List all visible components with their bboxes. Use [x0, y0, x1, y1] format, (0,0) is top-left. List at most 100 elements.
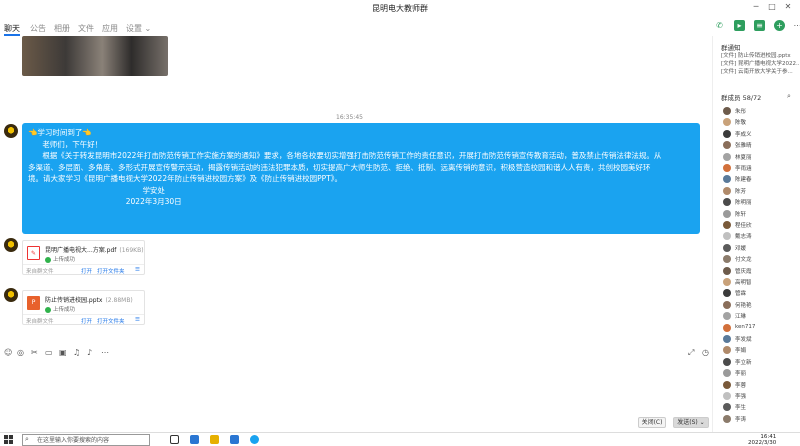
screen-share-icon[interactable]: ≡: [754, 20, 765, 31]
history-icon[interactable]: ◷: [702, 348, 709, 357]
member-item[interactable]: 陈建春: [723, 174, 795, 184]
emoji-icon[interactable]: ☺: [4, 348, 12, 357]
open-file-link[interactable]: 打开: [81, 267, 92, 275]
member-item[interactable]: 李成义: [723, 129, 795, 139]
taskbar-search[interactable]: 在这里输入你要搜索的内容: [22, 434, 150, 446]
file-card-pptx[interactable]: P 防止传销进校园.pptx (2.88MB) 上传成功 来自群文件 打开 打开文…: [22, 290, 145, 325]
member-item[interactable]: 李蓉: [723, 380, 795, 390]
file-explorer-icon[interactable]: [210, 435, 219, 444]
windows-start-icon[interactable]: [4, 435, 13, 444]
system-clock[interactable]: 16:41 2022/3/30: [748, 434, 776, 446]
invite-icon[interactable]: +: [774, 20, 785, 31]
tab-chat[interactable]: 聊天: [4, 23, 20, 34]
member-name: 程佳欣: [735, 223, 752, 229]
member-item[interactable]: 李立新: [723, 357, 795, 367]
member-search-icon[interactable]: ⌕: [787, 92, 791, 101]
member-item[interactable]: 李雨涵: [723, 163, 795, 173]
member-item[interactable]: 付文龙: [723, 254, 795, 264]
image-icon[interactable]: ▣: [59, 348, 67, 357]
member-item[interactable]: 程佳欣: [723, 220, 795, 230]
taskbar: 在这里输入你要搜索的内容 ⌕ 16:41 2022/3/30: [0, 432, 800, 446]
file-menu-icon[interactable]: ☰: [135, 317, 140, 323]
member-item[interactable]: 管庆霞: [723, 266, 795, 276]
member-name: 陈芳: [735, 188, 747, 195]
member-item[interactable]: 李强: [723, 391, 795, 401]
member-name: 陈明丽: [735, 200, 752, 207]
member-item[interactable]: 李娟: [723, 345, 795, 355]
member-item[interactable]: 高明智: [723, 277, 795, 287]
avatar[interactable]: [4, 238, 18, 252]
member-item[interactable]: 陈芳: [723, 186, 795, 196]
member-name: 陈轩: [735, 211, 747, 218]
bell-icon[interactable]: ♪: [87, 348, 92, 357]
screenshot-icon[interactable]: ✂: [31, 348, 38, 357]
expand-icon[interactable]: ⤢: [688, 348, 694, 358]
phone-icon[interactable]: ✆: [714, 20, 725, 31]
image-message[interactable]: [22, 36, 168, 76]
member-name: 陈敬: [735, 120, 747, 127]
file-status-text: 上传成功: [53, 307, 76, 313]
open-file-link[interactable]: 打开: [81, 317, 92, 325]
member-item[interactable]: 戴志涛: [723, 231, 795, 241]
member-item[interactable]: 李涛: [723, 414, 795, 424]
avatar[interactable]: [4, 288, 18, 302]
tab-settings[interactable]: 设置 ⌄: [126, 23, 151, 34]
file-status-text: 上传成功: [53, 257, 76, 263]
member-avatar: [723, 129, 731, 138]
file-menu-icon[interactable]: ☰: [135, 267, 140, 273]
member-name: 邓媛: [735, 245, 747, 252]
browser-icon[interactable]: [190, 435, 199, 444]
message-line: 2022年3月30日: [28, 197, 182, 206]
more-tools-icon[interactable]: ⋯: [101, 348, 109, 357]
video-call-icon[interactable]: ▸: [734, 20, 745, 31]
tab-notice[interactable]: 公告: [30, 23, 46, 34]
member-item[interactable]: 邓媛: [723, 243, 795, 253]
send-button[interactable]: 发送(S) ⌄: [673, 417, 709, 428]
check-icon: [45, 306, 51, 313]
more-icon[interactable]: ⋯: [792, 20, 800, 31]
member-item[interactable]: 江琳: [723, 311, 795, 321]
maximize-icon[interactable]: □: [766, 2, 778, 11]
member-item[interactable]: 陈轩: [723, 209, 795, 219]
task-view-icon[interactable]: [170, 435, 179, 444]
qq-icon[interactable]: [250, 435, 259, 444]
member-item[interactable]: 李生: [723, 402, 795, 412]
gif-icon[interactable]: ◎: [17, 348, 24, 357]
member-item[interactable]: 张雅晴: [723, 140, 795, 150]
member-item[interactable]: 何艳艳: [723, 300, 795, 310]
member-item[interactable]: 朱彤: [723, 106, 795, 116]
member-item[interactable]: 陈敬: [723, 117, 795, 127]
open-folder-link[interactable]: 打开文件夹: [97, 267, 125, 275]
message-area: 16:35:45 👈学习时间到了👈 老师们，下午好！ 根据《关于转发昆明市202…: [0, 36, 712, 346]
member-item[interactable]: 林夏丽: [723, 152, 795, 162]
file-card-pdf[interactable]: ✎ 昆明广播电视大...方案.pdf (169KB) 上传成功 来自群文件 打开 …: [22, 240, 145, 275]
message-line: 多渠道、多层面、多角度、多形式开展宣传警示活动，揭露传销活动的违法犯罪本质，切实…: [28, 162, 651, 172]
member-item[interactable]: 李发斌: [723, 334, 795, 344]
member-avatar: [723, 289, 731, 298]
member-item[interactable]: 陈明丽: [723, 197, 795, 207]
open-folder-link[interactable]: 打开文件夹: [97, 317, 125, 325]
notice-item[interactable]: [文件] 云南开放大学关于参...: [721, 67, 799, 75]
notice-item[interactable]: [文件] 防止传销进校园.pptx: [721, 51, 799, 59]
message-input[interactable]: [0, 362, 712, 412]
member-item[interactable]: 管霖: [723, 288, 795, 298]
music-icon[interactable]: ♫: [73, 348, 80, 357]
file-name: 防止传销进校园.pptx (2.88MB): [45, 295, 133, 304]
avatar[interactable]: [4, 124, 18, 138]
member-avatar: [723, 380, 731, 389]
minimize-icon[interactable]: ─: [750, 2, 762, 11]
tab-files[interactable]: 文件: [78, 23, 94, 34]
close-icon[interactable]: ✕: [782, 2, 794, 11]
member-item[interactable]: ken717: [723, 323, 795, 333]
member-name: 李立新: [735, 359, 752, 366]
folder-icon[interactable]: ▭: [45, 348, 53, 357]
notice-item[interactable]: [文件] 昆明广播电视大学2022...: [721, 59, 799, 67]
word-icon[interactable]: [230, 435, 239, 444]
member-item[interactable]: 李丽: [723, 368, 795, 378]
close-button[interactable]: 关闭(C): [638, 417, 666, 428]
member-name: 李涛: [735, 416, 747, 423]
tab-apps[interactable]: 应用: [102, 23, 118, 34]
member-name: 戴志涛: [735, 234, 752, 241]
file-card-footer: 来自群文件 打开 打开文件夹 ☰: [23, 264, 144, 275]
tab-album[interactable]: 相册: [54, 23, 70, 34]
